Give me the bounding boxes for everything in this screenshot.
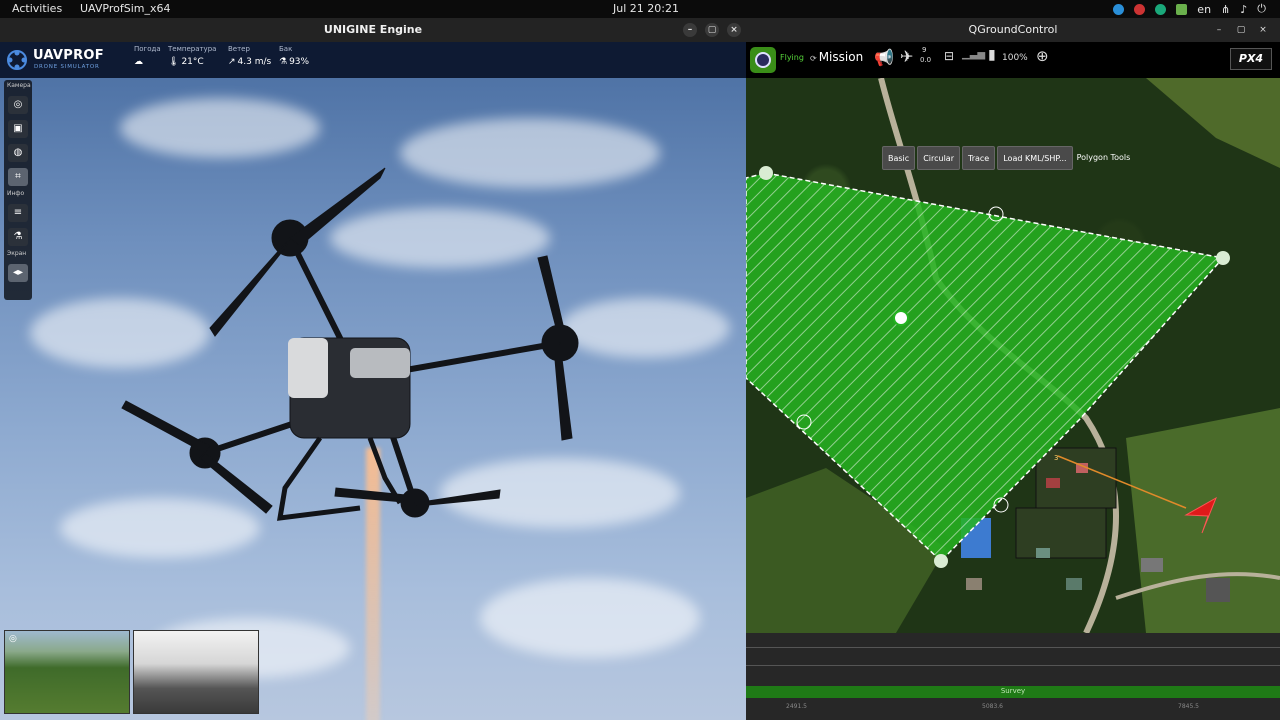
unigine-window: UNIGINE Engine – ▢ × UAVPROF DRONE SIMUL… — [0, 18, 746, 720]
logo-name: UAVPROF — [33, 48, 104, 63]
rc-icon[interactable]: ⊟ — [944, 49, 954, 63]
power-icon[interactable]: ⏻ — [1257, 2, 1266, 16]
simulator-hud-bar: UAVPROF DRONE SIMULATOR Погода ☁ Темпера… — [0, 42, 746, 78]
qgc-toolbar: Flying ⟳ Mission 📢 ✈ 9 0.0 ⊟ ▁▃▅ ▮ 100% ⊕… — [746, 42, 1280, 78]
wind-label: Ветер — [228, 45, 250, 53]
drone-model — [121, 167, 579, 521]
record-icon[interactable] — [1134, 3, 1146, 15]
qgc-home-button[interactable] — [750, 47, 776, 73]
video-camera-icon[interactable]: ▣ — [8, 120, 28, 138]
language-indicator[interactable]: en — [1197, 3, 1211, 16]
close-button[interactable]: × — [1256, 23, 1270, 37]
qgroundcontrol-window: QGroundControl – ▢ × Flying ⟳ Mission 📢 ✈… — [746, 18, 1280, 720]
tank-label: Бак — [279, 45, 293, 53]
tank-value: ⚗ 93% — [279, 57, 310, 67]
battery-percent: 100% — [1002, 53, 1028, 63]
telegram-icon[interactable] — [1113, 3, 1125, 15]
close-button[interactable]: × — [727, 23, 741, 37]
system-tray: en ⋔ ♪ ⏻ — [1113, 2, 1266, 16]
qgc-logo-icon — [755, 52, 771, 68]
app-tray-icon[interactable] — [1155, 3, 1167, 15]
uavprof-logo-icon — [7, 50, 27, 70]
flask-tool-icon[interactable]: ⚗ — [8, 228, 28, 246]
mission-timeline[interactable]: Survey 2491.5 5083.6 7845.5 — [746, 633, 1280, 720]
megaphone-icon[interactable]: 📢 — [874, 48, 894, 67]
list-icon[interactable]: ≡ — [8, 204, 28, 222]
temperature-cell: Температура 🌡 21°C — [168, 45, 217, 67]
weather-value: ☁ — [134, 57, 145, 67]
timeline-tick: 5083.6 — [982, 703, 1003, 710]
target-camera-icon[interactable]: ◎ — [8, 96, 28, 114]
maximize-button[interactable]: ▢ — [1234, 23, 1248, 37]
polygon-tools-bar: Basic Circular Trace Load KML/SHP... Pol… — [882, 146, 1130, 170]
drone-3d-viewport[interactable]: Камера ◎ ▣ ◍ ⌗ Инфо ≡ ⚗ Экран ◂▸ ◎ — [0, 78, 746, 720]
polygon-vertex[interactable] — [759, 166, 773, 180]
unigine-titlebar[interactable]: UNIGINE Engine – ▢ × — [0, 18, 746, 42]
uavprof-logo: UAVPROF DRONE SIMULATOR — [6, 47, 126, 73]
polygon-vertex[interactable] — [934, 554, 948, 568]
weather-cell: Погода ☁ — [134, 45, 161, 67]
split-screen-icon[interactable]: ◂▸ — [8, 264, 28, 282]
gps-count: 9 — [922, 46, 927, 54]
qgc-titlebar[interactable]: QGroundControl – ▢ × — [746, 18, 1280, 42]
mission-map[interactable]: 3 Basic Circular Trace Load KML/SHP... P… — [746, 78, 1280, 633]
load-kml-button[interactable]: Load KML/SHP... — [997, 146, 1073, 170]
maximize-button[interactable]: ▢ — [705, 23, 719, 37]
wind-value: ↗ 4.3 m/s — [228, 57, 272, 67]
timeline-tick: 2491.5 — [786, 703, 807, 710]
clock[interactable]: Jul 21 20:21 — [613, 2, 679, 15]
circular-button[interactable]: Circular — [917, 146, 960, 170]
screen-section-label: Экран — [7, 250, 27, 257]
nvidia-icon[interactable] — [1176, 3, 1188, 15]
system-top-bar: Activities UAVProfSim_x64 Jul 21 20:21 e… — [0, 0, 1280, 18]
network-icon[interactable]: ⋔ — [1221, 3, 1230, 16]
window-title: UNIGINE Engine — [323, 23, 423, 36]
survey-label: Survey — [1000, 687, 1026, 695]
flight-mode[interactable]: ⟳ Mission — [810, 50, 863, 64]
weather-label: Погода — [134, 45, 161, 53]
active-app-name[interactable]: UAVProfSim_x64 — [80, 2, 170, 15]
wind-arrow-icon: ↗ — [228, 57, 236, 67]
volume-icon[interactable]: ♪ — [1240, 3, 1247, 16]
camera-thumbnail-thermal[interactable] — [133, 630, 259, 714]
info-section-label: Инфо — [7, 190, 25, 197]
logo-subtitle: DRONE SIMULATOR — [34, 64, 100, 70]
px4-logo: PX4 — [1230, 48, 1272, 70]
flight-status[interactable]: Flying — [780, 53, 804, 62]
gps-hdop: 0.0 — [920, 56, 932, 64]
polygon-tools-label: Polygon Tools — [1076, 153, 1131, 162]
timeline-tick: 7845.5 — [1178, 703, 1199, 710]
mode-icon: ⟳ — [810, 54, 817, 63]
satellite-icon[interactable]: ✈ — [900, 47, 913, 66]
cloud-sun-icon: ☁ — [134, 57, 143, 67]
focus-frame-icon[interactable]: ⌗ — [8, 168, 28, 186]
waypoint-label: 3 — [1054, 454, 1058, 462]
temperature-value: 🌡 21°C — [168, 57, 204, 67]
minimize-button[interactable]: – — [683, 23, 697, 37]
window-title: QGroundControl — [968, 23, 1058, 36]
tank-cell: Бак ⚗ 93% — [279, 45, 309, 67]
battery-icon[interactable]: ▮ — [988, 47, 996, 63]
polygon-vertex[interactable] — [1216, 251, 1230, 265]
camera-section-label: Камера — [7, 82, 31, 89]
temperature-label: Температура — [168, 45, 217, 53]
signal-icon[interactable]: ▁▃▅ — [962, 49, 985, 60]
polygon-center-handle[interactable] — [893, 310, 909, 326]
camera-tools-panel: Камера ◎ ▣ ◍ ⌗ Инфо ≡ ⚗ Экран ◂▸ — [4, 80, 32, 300]
thermometer-icon: 🌡 — [168, 57, 180, 67]
flask-icon: ⚗ — [279, 57, 288, 67]
basic-button[interactable]: Basic — [882, 146, 916, 170]
globe-icon[interactable]: ◍ — [8, 144, 28, 162]
activities-button[interactable]: Activities — [12, 2, 62, 15]
minimize-button[interactable]: – — [1212, 23, 1226, 37]
target-icon: ◎ — [9, 634, 17, 644]
camera-thumbnail-rgb[interactable]: ◎ — [4, 630, 130, 714]
gps-target-icon[interactable]: ⊕ — [1036, 47, 1049, 65]
trace-button[interactable]: Trace — [962, 146, 996, 170]
wind-cell: Ветер ↗ 4.3 m/s — [228, 45, 271, 67]
